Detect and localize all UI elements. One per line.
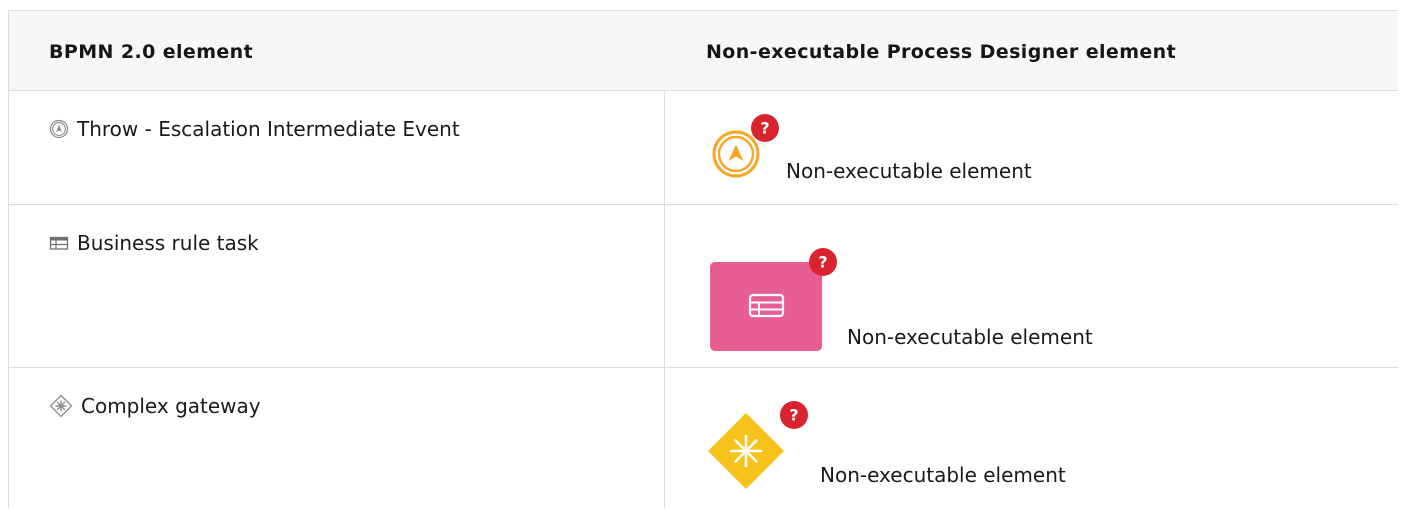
bpmn-element-label: Throw - Escalation Intermediate Event bbox=[77, 117, 460, 141]
complex-gateway-non-executable-icon bbox=[706, 411, 786, 491]
table-row: Business rule task ? Non-executable elem… bbox=[9, 205, 1398, 368]
help-badge-icon[interactable]: ? bbox=[779, 400, 809, 430]
bpmn-element-label: Business rule task bbox=[77, 231, 259, 255]
help-badge-text: ? bbox=[789, 406, 798, 425]
business-rule-task-icon bbox=[49, 233, 69, 253]
header-bpmn-element: BPMN 2.0 element bbox=[49, 41, 254, 63]
help-badge-icon[interactable]: ? bbox=[750, 113, 780, 143]
help-badge-text: ? bbox=[760, 119, 769, 138]
header-designer-element: Non-executable Process Designer element bbox=[706, 41, 1177, 63]
designer-element-label: Non-executable element bbox=[820, 463, 1066, 487]
table-header: BPMN 2.0 element Non-executable Process … bbox=[9, 11, 1398, 91]
complex-gateway-icon bbox=[49, 394, 73, 418]
bpmn-element-cell: Complex gateway bbox=[49, 394, 261, 418]
designer-element-label: Non-executable element bbox=[786, 159, 1032, 183]
escalation-event-icon bbox=[49, 119, 69, 139]
bpmn-element-label: Complex gateway bbox=[81, 394, 261, 418]
designer-element-label: Non-executable element bbox=[847, 325, 1093, 349]
bpmn-element-cell: Throw - Escalation Intermediate Event bbox=[49, 117, 460, 141]
help-badge-icon[interactable]: ? bbox=[808, 247, 838, 277]
comparison-table: BPMN 2.0 element Non-executable Process … bbox=[8, 10, 1398, 508]
business-rule-task-non-executable-icon bbox=[710, 262, 823, 352]
help-badge-text: ? bbox=[818, 253, 827, 272]
table-row: Throw - Escalation Intermediate Event ? … bbox=[9, 91, 1398, 205]
table-row: Complex gateway ? Non-executable element bbox=[9, 368, 1398, 509]
bpmn-element-cell: Business rule task bbox=[49, 231, 259, 255]
